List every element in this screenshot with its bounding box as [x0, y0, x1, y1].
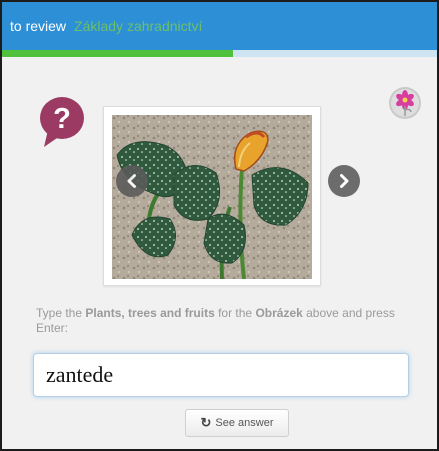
next-image-button[interactable]	[328, 165, 360, 197]
question-bubble-icon[interactable]: ?	[38, 96, 86, 148]
see-answer-label: See answer	[215, 417, 274, 429]
instructions-category: Plants, trees and fruits	[85, 306, 215, 320]
previous-image-button[interactable]	[116, 165, 148, 197]
svg-text:?: ?	[53, 103, 71, 135]
session-progress-bar	[2, 50, 437, 57]
typing-instructions: Type the Plants, trees and fruits for th…	[36, 306, 416, 336]
refresh-icon: ↻	[200, 415, 212, 430]
chevron-right-icon	[340, 174, 349, 188]
header-title[interactable]: to review	[10, 18, 66, 34]
chevron-left-icon	[127, 174, 136, 188]
header-bar: to review Základy zahradnictví	[2, 2, 437, 50]
plant-photo	[112, 115, 312, 279]
course-name[interactable]: Základy zahradnictví	[74, 18, 202, 34]
answer-input[interactable]	[33, 353, 409, 397]
see-answer-button[interactable]: ↻ See answer	[185, 409, 289, 437]
flower-icon[interactable]	[388, 86, 422, 120]
app-frame: to review Základy zahradnictví ? Type th…	[0, 0, 439, 451]
instructions-item-type: Obrázek	[255, 306, 303, 320]
session-progress-fill	[2, 50, 233, 57]
instructions-middle: for the	[214, 306, 256, 320]
instructions-prefix: Type the	[36, 306, 86, 320]
